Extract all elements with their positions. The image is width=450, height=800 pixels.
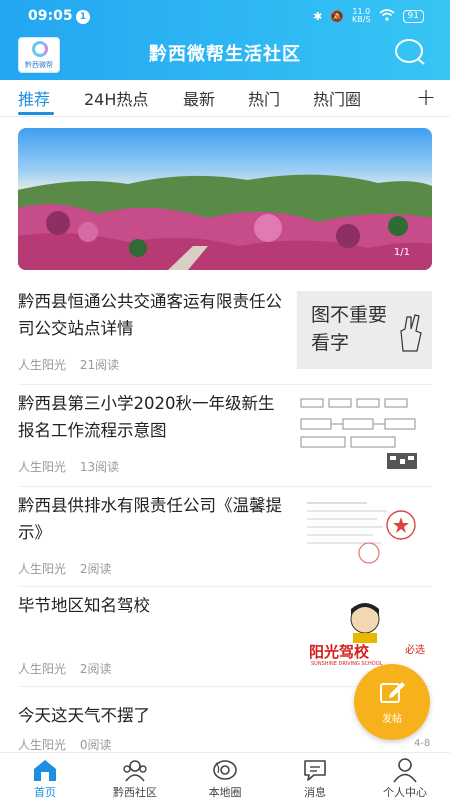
local-circle-icon [213,760,237,780]
news-author: 人生阳光 [18,662,67,676]
battery-indicator: 91 [402,9,424,23]
thumb-brand-subtitle: SUNSHINE DRIVING SCHOOL [311,661,383,667]
news-author: 人生阳光 [18,738,67,752]
user-icon [393,758,417,783]
list-divider [18,384,432,385]
news-reads: 2阅读 [79,562,112,576]
banner-counter: 1/1 [393,247,410,258]
news-title: 黔西县供排水有限责任公司《温馨提示》 [18,496,282,542]
status-time: 09:05 [28,8,73,24]
bluetooth-icon: ✱ [313,9,323,23]
add-tab-icon[interactable]: + [416,83,436,111]
news-thumbnail [297,495,432,573]
nav-local-circle-label: 本地圈 [208,786,242,799]
news-meta: 人生阳光 2阅读 [18,660,111,677]
banner-carousel[interactable]: 1/1 [18,128,432,270]
news-meta: 人生阳光 0阅读 [18,736,111,753]
news-meta: 人生阳光 13阅读 [18,458,119,475]
tab-recommend[interactable]: 推荐 [18,86,50,110]
thumb-brand-side: 必选 [405,645,425,656]
nav-community[interactable]: 黔西社区 [90,753,180,800]
news-title: 黔西县恒通公共交通客运有限责任公司公交站点详情 [18,292,282,338]
news-thumbnail: 阳光驾校 必选 SUNSHINE DRIVING SCHOOL [297,595,432,673]
status-right: ✱ 🔕 11.0 KB/S 91 [313,8,424,24]
search-button[interactable] [394,38,426,66]
community-icon [123,760,147,782]
banner-image [18,174,432,270]
app-title: 黔西微帮生活社区 [149,44,301,65]
news-meta: 人生阳光 21阅读 [18,356,119,373]
thumb-brand-text: 阳光驾校 [309,643,370,661]
tabs-divider [0,116,450,117]
message-icon [304,760,326,781]
list-divider [18,486,432,487]
nav-community-label: 黔西社区 [113,786,157,799]
network-speed-unit: KB/S [352,15,371,24]
nav-messages-label: 消息 [304,786,326,799]
compose-icon [380,682,405,703]
post-button-label: 发帖 [382,714,402,725]
tab-latest[interactable]: 最新 [183,86,215,110]
tab-24h-hot[interactable]: 24H热点 [84,86,148,110]
news-title: 黔西县第三小学2020秋一年级新生报名工作流程示意图 [18,394,275,440]
active-tab-indicator [18,112,54,115]
nav-profile[interactable]: 个人中心 [360,753,450,800]
app-header: 09:05 1 ✱ 🔕 11.0 KB/S 91 黔西微帮 黔西微帮生活社区 [0,0,450,80]
news-author: 人生阳光 [18,358,67,372]
news-reads: 13阅读 [79,460,120,474]
notice-document-image [307,502,416,564]
news-thumbnail [297,393,432,471]
bottom-navigation: 首页 黔西社区 本地圈 消息 个人中心 [0,752,450,800]
mute-icon: 🔕 [330,9,345,23]
nav-home[interactable]: 首页 [0,753,90,800]
nav-profile-label: 个人中心 [383,786,427,799]
wifi-icon [379,8,395,24]
news-author: 人生阳光 [18,460,67,474]
news-item[interactable]: 黔西县恒通公共交通客运有限责任公司公交站点详情 人生阳光 21阅读 图不重要 看… [0,284,450,384]
post-button[interactable]: 发帖 [354,664,430,740]
nav-local-circle[interactable]: 本地圈 [180,753,270,800]
thumb-handwriting: 图不重要 看字 [311,304,388,354]
list-divider [18,586,432,587]
notification-badge: 1 [76,10,90,24]
tab-hot-circle[interactable]: 热门圈 [313,86,361,110]
nav-messages[interactable]: 消息 [270,753,360,800]
flowchart-image [300,398,417,469]
hand-gesture-icon [400,314,422,352]
news-title: 今天这天气不摆了 [18,706,150,725]
nav-home-label: 首页 [34,786,56,799]
search-icon [395,39,425,65]
home-icon [34,760,56,781]
news-thumbnail: 图不重要 看字 [297,291,432,369]
news-item[interactable]: 黔西县第三小学2020秋一年级新生报名工作流程示意图 人生阳光 13阅读 [0,386,450,486]
page-indicator: 4-8 [414,738,431,749]
category-tabs: 推荐 24H热点 最新 热门 热门圈 + [0,80,450,116]
news-reads: 0阅读 [79,738,112,752]
news-reads: 2阅读 [79,662,112,676]
news-reads: 21阅读 [79,358,120,372]
news-meta: 人生阳光 2阅读 [18,560,111,577]
news-author: 人生阳光 [18,562,67,576]
status-bar: 09:05 1 ✱ 🔕 11.0 KB/S 91 [0,0,450,34]
news-item[interactable]: 黔西县供排水有限责任公司《温馨提示》 人生阳光 2阅读 [0,488,450,588]
news-title: 毕节地区知名驾校 [18,596,150,615]
network-speed: 11.0 KB/S [352,8,371,24]
tab-hot[interactable]: 热门 [248,86,280,110]
